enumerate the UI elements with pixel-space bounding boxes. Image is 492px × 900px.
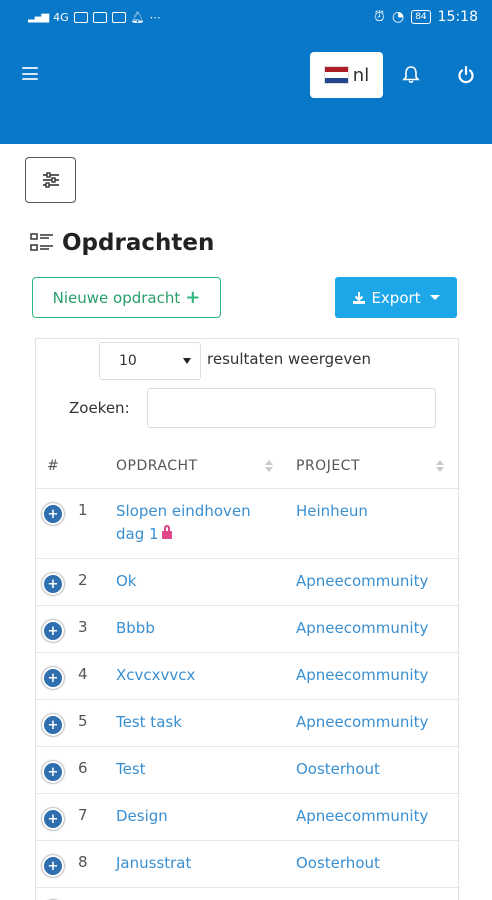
sliders-icon xyxy=(42,172,59,188)
row-number: 5 xyxy=(78,712,88,730)
project-link[interactable]: Apneecommunity xyxy=(296,570,428,593)
row-number: 6 xyxy=(78,759,88,777)
expand-row-icon[interactable]: + xyxy=(42,503,64,525)
language-selector[interactable]: nl xyxy=(310,52,383,98)
power-icon[interactable] xyxy=(456,65,476,85)
chevron-down-icon xyxy=(429,295,440,300)
expand-row-icon[interactable]: + xyxy=(42,761,64,783)
table-row[interactable]: +6 Test Oosterhout xyxy=(36,747,460,794)
expand-row-icon[interactable]: + xyxy=(42,855,64,877)
alarm-icon: ⏰︎ xyxy=(374,9,385,25)
sort-icon[interactable] xyxy=(436,459,444,473)
netherlands-flag-icon xyxy=(323,66,349,84)
project-link[interactable]: Heinheun xyxy=(296,500,368,523)
export-button[interactable]: Export xyxy=(335,277,457,318)
more-icon: ⋯ xyxy=(149,10,161,24)
battery-icon: 84 xyxy=(411,10,431,24)
filter-button[interactable] xyxy=(25,157,76,203)
table-row[interactable]: +7 Design Apneecommunity xyxy=(36,794,460,841)
task-name: Test task xyxy=(116,713,182,731)
column-header-task[interactable]: OPDRACHT xyxy=(116,458,198,474)
table-row[interactable] xyxy=(36,888,460,900)
project-link[interactable]: Apneecommunity xyxy=(296,711,428,734)
row-number: 2 xyxy=(78,571,88,589)
row-number: 4 xyxy=(78,665,88,683)
mail-icon-3 xyxy=(111,11,126,23)
bell-icon[interactable] xyxy=(401,65,421,85)
task-name: Janusstrat xyxy=(116,854,192,872)
export-label: Export xyxy=(371,288,421,307)
task-name: Xcvcxvvcx xyxy=(116,666,196,684)
chevron-down-icon xyxy=(183,358,191,364)
status-bar: ▂▄▆ 4G 🔔︎ ⋯ ⏰︎ ◔ 84 15:18 xyxy=(0,0,492,34)
signal-icon: ▂▄▆ xyxy=(28,11,49,23)
mail-icon xyxy=(73,11,88,23)
download-icon xyxy=(353,291,366,304)
expand-row-icon[interactable]: + xyxy=(42,808,64,830)
speed-icon: ◔ xyxy=(391,9,405,25)
row-number: 8 xyxy=(78,853,88,871)
task-link[interactable]: Design xyxy=(116,805,276,828)
network-type: 4G xyxy=(53,10,69,24)
project-link[interactable]: Apneecommunity xyxy=(296,805,428,828)
table-row[interactable]: +4 Xcvcxvvcx Apneecommunity xyxy=(36,653,460,700)
table-row[interactable]: +1 Slopen eindhoven dag 1 Heinheun xyxy=(36,489,460,559)
column-header-number[interactable]: # xyxy=(47,458,59,474)
row-number: 1 xyxy=(78,501,88,519)
page-length-label: resultaten weergeven xyxy=(207,350,372,368)
page-length-value: 10 xyxy=(119,353,137,369)
column-header-project[interactable]: PROJECT xyxy=(296,458,360,474)
task-name: Slopen eindhoven dag 1 xyxy=(116,502,251,543)
table-row[interactable]: +8 Janusstrat Oosterhout xyxy=(36,841,460,888)
project-link[interactable]: Oosterhout xyxy=(296,852,380,875)
task-link[interactable]: Xcvcxvvcx xyxy=(116,664,276,687)
task-name: Ok xyxy=(116,572,137,590)
task-name: Design xyxy=(116,807,168,825)
task-link[interactable]: Slopen eindhoven dag 1 xyxy=(116,500,276,546)
plus-icon: + xyxy=(185,287,201,308)
expand-row-icon[interactable]: + xyxy=(42,620,64,642)
lock-icon xyxy=(161,525,172,540)
page-title: Opdrachten xyxy=(62,230,215,256)
task-name: Bbbb xyxy=(116,619,155,637)
table-header: # OPDRACHT PROJECT xyxy=(36,451,460,489)
task-link[interactable]: Test xyxy=(116,758,276,781)
task-list-icon xyxy=(30,233,53,251)
table-row[interactable]: +5 Test task Apneecommunity xyxy=(36,700,460,747)
task-link[interactable]: Janusstrat xyxy=(116,852,276,875)
new-task-button[interactable]: Nieuwe opdracht + xyxy=(32,277,221,318)
expand-row-icon[interactable]: + xyxy=(42,667,64,689)
new-task-label: Nieuwe opdracht xyxy=(52,288,181,307)
row-number: 7 xyxy=(78,806,88,824)
task-link[interactable]: Test task xyxy=(116,711,276,734)
task-link[interactable]: Ok xyxy=(116,570,276,593)
language-code: nl xyxy=(352,64,370,86)
page-title-row: Opdrachten xyxy=(30,230,214,256)
expand-row-icon[interactable]: + xyxy=(42,573,64,595)
page-length-select[interactable]: 10 xyxy=(99,342,201,380)
search-label: Zoeken: xyxy=(69,399,130,417)
table-row[interactable]: +3 Bbbb Apneecommunity xyxy=(36,606,460,653)
clock-time: 15:18 xyxy=(437,9,478,25)
sort-icon[interactable] xyxy=(265,459,273,473)
table-row[interactable]: +2 Ok Apneecommunity xyxy=(36,559,460,606)
row-number: 3 xyxy=(78,618,88,636)
app-header: nl xyxy=(0,34,492,144)
search-input[interactable] xyxy=(147,388,436,428)
tasks-table-panel: 10 resultaten weergeven Zoeken: # OPDRAC… xyxy=(35,338,460,900)
project-link[interactable]: Apneecommunity xyxy=(296,617,428,640)
project-link[interactable]: Apneecommunity xyxy=(296,664,428,687)
task-name: Test xyxy=(116,760,146,778)
task-link[interactable]: Bbbb xyxy=(116,617,276,640)
menu-icon[interactable] xyxy=(22,67,38,80)
expand-row-icon[interactable]: + xyxy=(42,714,64,736)
mail-icon-2 xyxy=(92,11,107,23)
notification-icon: 🔔︎ xyxy=(130,10,145,24)
project-link[interactable]: Oosterhout xyxy=(296,758,380,781)
